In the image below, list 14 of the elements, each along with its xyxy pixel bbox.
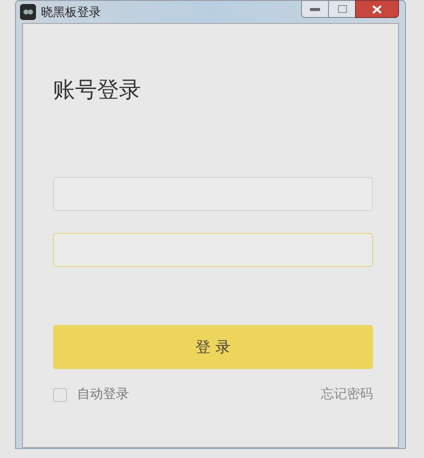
- auto-login-label[interactable]: 自动登录: [77, 385, 129, 404]
- input-field[interactable]: [53, 233, 373, 267]
- login-button[interactable]: 登 录: [53, 325, 373, 369]
- maximize-button[interactable]: [329, 0, 355, 18]
- minimize-button[interactable]: [301, 0, 329, 18]
- close-icon: [372, 4, 382, 14]
- minimize-icon: [310, 8, 320, 10]
- window-title: 晓黑板登录: [41, 4, 101, 21]
- checkbox[interactable]: [53, 388, 67, 402]
- app-icon: [20, 4, 36, 20]
- login-heading: 账号登录: [53, 77, 142, 105]
- maximize-icon: [338, 5, 346, 13]
- forgot-password-link[interactable]: 忘记密码: [321, 385, 373, 404]
- close-button[interactable]: [355, 0, 399, 18]
